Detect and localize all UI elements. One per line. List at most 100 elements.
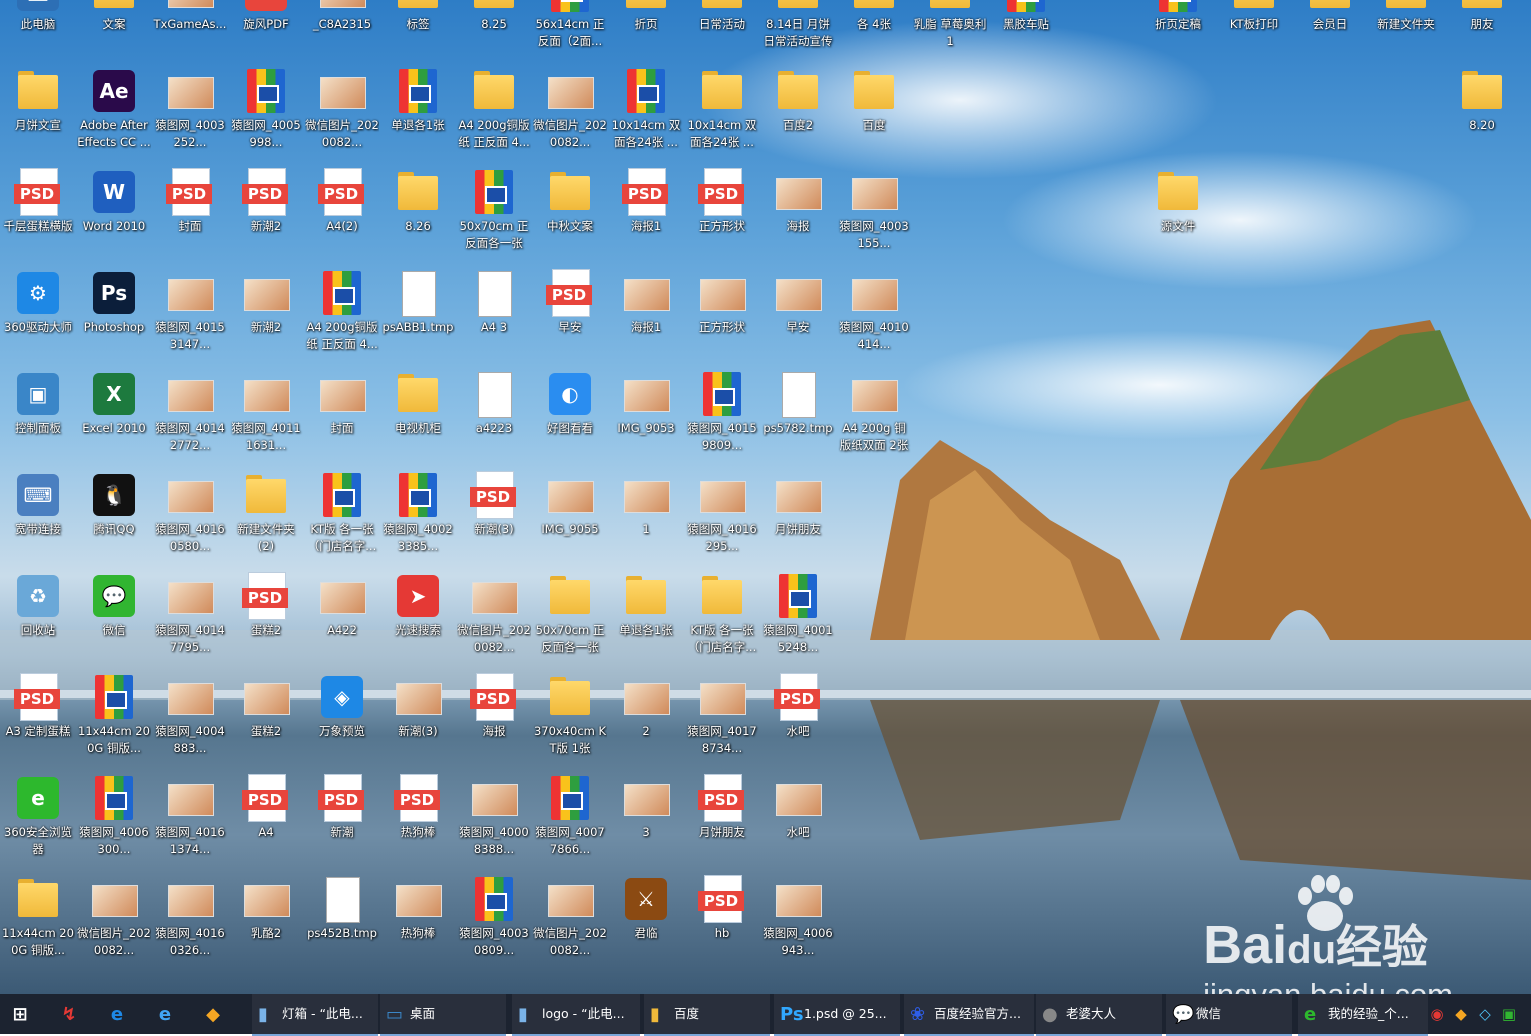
desktop-icon[interactable]: 猿图网_40147795...: [153, 568, 227, 666]
desktop-icon[interactable]: PSD 热狗棒: [381, 770, 455, 868]
desktop-icon[interactable]: 猿图网_40153147...: [153, 265, 227, 363]
desktop-icon[interactable]: 乳脂 草莓奥利1: [913, 0, 987, 60]
desktop-icon[interactable]: 3: [609, 770, 683, 868]
desktop-icon[interactable]: IMG_9055: [533, 467, 607, 565]
desktop-icon[interactable]: 中秋文案: [533, 164, 607, 262]
desktop-icon[interactable]: 新建文件夹 (2): [229, 467, 303, 565]
desktop-icon[interactable]: 56x14cm 正反面（2面...: [533, 0, 607, 60]
desktop-icon[interactable]: 10x14cm 双面各24张 ...: [685, 63, 759, 161]
desktop-icon[interactable]: 猿图网_40178734...: [685, 669, 759, 767]
desktop-icon[interactable]: ⚙ 360驱动大师: [1, 265, 75, 363]
desktop-icon[interactable]: A422: [305, 568, 379, 666]
desktop-icon[interactable]: 会员日: [1293, 0, 1367, 60]
taskbar-app-4[interactable]: ◆: [194, 994, 238, 1034]
desktop-icon[interactable]: 11x44cm 200G 铜版...: [1, 871, 75, 969]
desktop-icon[interactable]: 8.20: [1445, 63, 1519, 161]
desktop-icon[interactable]: 单退各1张: [609, 568, 683, 666]
desktop-icon[interactable]: 1: [609, 467, 683, 565]
desktop-icon[interactable]: KT版 各一张（门店名字...: [685, 568, 759, 666]
desktop-icon[interactable]: 单退各1张: [381, 63, 455, 161]
desktop-icon[interactable]: 新潮2: [229, 265, 303, 363]
desktop-icon[interactable]: PSD hb: [685, 871, 759, 969]
desktop-icon[interactable]: 月饼朋友: [761, 467, 835, 565]
desktop-icon[interactable]: KT版 各一张（门店名字...: [305, 467, 379, 565]
desktop-icon[interactable]: PSD 正方形状: [685, 164, 759, 262]
desktop-icon[interactable]: 折页: [609, 0, 683, 60]
desktop-icon[interactable]: 正方形状: [685, 265, 759, 363]
desktop-icon[interactable]: 猿图网_40160580...: [153, 467, 227, 565]
desktop-icon[interactable]: ps5782.tmp: [761, 366, 835, 464]
desktop-icon[interactable]: 微信图片_2020082...: [533, 871, 607, 969]
desktop-icon[interactable]: ⚔ 君临: [609, 871, 683, 969]
desktop-icon[interactable]: PSD 海报1: [609, 164, 683, 262]
taskbar-baidu-jingyan[interactable]: ❀ 百度经验官方...: [904, 994, 1034, 1036]
start-button[interactable]: ⊞: [0, 994, 46, 1034]
desktop-icon[interactable]: 猿图网_40160326...: [153, 871, 227, 969]
desktop-icon[interactable]: ♻ 回收站: [1, 568, 75, 666]
desktop-icon[interactable]: PSD 水吧: [761, 669, 835, 767]
taskbar-explorer-logo[interactable]: ▮ logo - “此电...: [512, 994, 640, 1036]
desktop-icon[interactable]: W Word 2010: [77, 164, 151, 262]
taskbar-app-1[interactable]: ↯: [50, 994, 94, 1034]
desktop-icon[interactable]: 热狗棒: [381, 871, 455, 969]
desktop-icon[interactable]: Ps Photoshop: [77, 265, 151, 363]
desktop-icon[interactable]: PSD 蛋糕2: [229, 568, 303, 666]
desktop-icon[interactable]: 猿图网_40161374...: [153, 770, 227, 868]
desktop-icon[interactable]: e 360安全浏览器: [1, 770, 75, 868]
desktop-icon[interactable]: 🐧 腾讯QQ: [77, 467, 151, 565]
desktop-icon[interactable]: _C8A2315: [305, 0, 379, 60]
desktop-icon[interactable]: 海报: [761, 164, 835, 262]
desktop-icon[interactable]: psABB1.tmp: [381, 265, 455, 363]
desktop-icon[interactable]: 8.25: [457, 0, 531, 60]
desktop-icon[interactable]: 猿图网_40008388...: [457, 770, 531, 868]
desktop-icon[interactable]: 源文件: [1141, 164, 1215, 262]
desktop-icon[interactable]: PSD A3 定制蛋糕: [1, 669, 75, 767]
desktop-icon[interactable]: A4 200g铜版纸 正反面 4...: [305, 265, 379, 363]
desktop-icon[interactable]: 微信图片_2020082...: [77, 871, 151, 969]
desktop-icon[interactable]: 猿图网_4016295...: [685, 467, 759, 565]
desktop-icon[interactable]: PSD 封面: [153, 164, 227, 262]
desktop-icon[interactable]: 💬 微信: [77, 568, 151, 666]
desktop-icon[interactable]: PSD 月饼朋友: [685, 770, 759, 868]
taskbar-folder-baidu[interactable]: ▮ 百度: [644, 994, 770, 1036]
tray-icon-3[interactable]: ◇: [1474, 994, 1496, 1034]
desktop-icon[interactable]: ➤ 光速搜索: [381, 568, 455, 666]
desktop-icon[interactable]: 猿图网_4003252...: [153, 63, 227, 161]
desktop-icon[interactable]: 猿图网_4005998...: [229, 63, 303, 161]
desktop-icon[interactable]: a4223: [457, 366, 531, 464]
desktop-icon[interactable]: X Excel 2010: [77, 366, 151, 464]
taskbar-explorer-lightbox[interactable]: ▮ 灯箱 - “此电...: [252, 994, 378, 1036]
taskbar-ie[interactable]: e: [146, 994, 190, 1034]
desktop-icon[interactable]: 微信图片_2020082...: [533, 63, 607, 161]
taskbar-wechat[interactable]: 💬 微信: [1166, 994, 1292, 1036]
desktop-icon[interactable]: PSD A4(2): [305, 164, 379, 262]
desktop-icon[interactable]: 早安: [761, 265, 835, 363]
desktop-icon[interactable]: 新建文件夹: [1369, 0, 1443, 60]
desktop-icon[interactable]: 猿图网_40015248...: [761, 568, 835, 666]
desktop-icon[interactable]: PSD 新潮(3): [457, 467, 531, 565]
desktop-icon[interactable]: 蛋糕2: [229, 669, 303, 767]
desktop-icon[interactable]: PSD 早安: [533, 265, 607, 363]
desktop-icon[interactable]: 乳酪2: [229, 871, 303, 969]
desktop-icon[interactable]: A4 3: [457, 265, 531, 363]
desktop-icon[interactable]: 猿图网_4006943...: [761, 871, 835, 969]
desktop-icon[interactable]: 猿图网_40159809...: [685, 366, 759, 464]
desktop-icon[interactable]: PSD A4: [229, 770, 303, 868]
desktop-icon[interactable]: PSD 海报: [457, 669, 531, 767]
taskbar-desktop[interactable]: ▭ 桌面: [380, 994, 506, 1036]
desktop-icon[interactable]: 猿图网_4006300...: [77, 770, 151, 868]
taskbar-user[interactable]: ● 老婆大人: [1036, 994, 1162, 1036]
desktop-icon[interactable]: 猿图网_40077866...: [533, 770, 607, 868]
desktop-icon[interactable]: 电视机柜: [381, 366, 455, 464]
desktop-icon[interactable]: ◈ 万象预览: [305, 669, 379, 767]
desktop-icon[interactable]: 猿图网_40111631...: [229, 366, 303, 464]
desktop-icon[interactable]: 各 4张: [837, 0, 911, 60]
desktop-icon[interactable]: 黑胶车贴: [989, 0, 1063, 60]
desktop-icon[interactable]: 折页定稿: [1141, 0, 1215, 60]
desktop-icon[interactable]: 猿图网_4004883...: [153, 669, 227, 767]
desktop-icon[interactable]: A4 200g铜版纸 正反面 4...: [457, 63, 531, 161]
desktop-icon[interactable]: PSD 新潮: [305, 770, 379, 868]
desktop-icon[interactable]: Ae Adobe After Effects CC ...: [77, 63, 151, 161]
desktop-icon[interactable]: 猿图网_40030809...: [457, 871, 531, 969]
desktop-icon[interactable]: TxGameAs...: [153, 0, 227, 60]
